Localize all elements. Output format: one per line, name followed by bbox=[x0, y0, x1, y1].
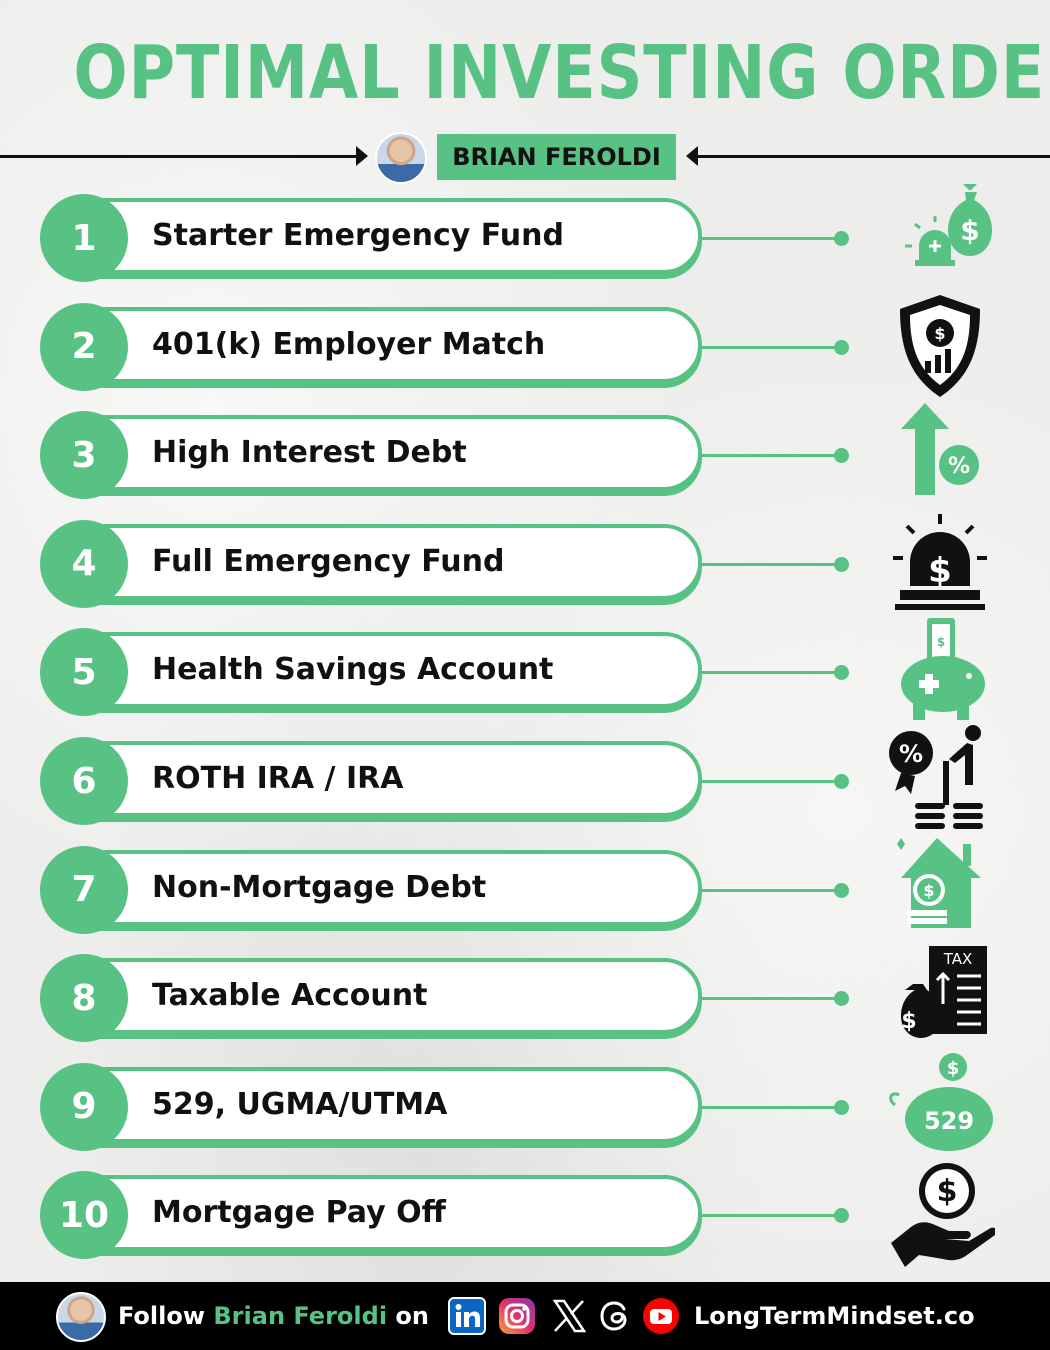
step-connector-dot bbox=[834, 1099, 849, 1115]
page-title: OPTIMAL INVESTING ORDER bbox=[73, 30, 1050, 116]
step-label: High Interest Debt bbox=[152, 435, 467, 471]
footer-avatar bbox=[56, 1292, 106, 1342]
author-avatar bbox=[375, 132, 427, 184]
tax-document-money-bag-icon: TAX $ bbox=[901, 946, 987, 1039]
author-name-badge: BRIAN FEROLDI bbox=[437, 134, 676, 180]
money-bag-siren-icon: $ bbox=[905, 184, 992, 266]
step-connector bbox=[700, 454, 840, 458]
follow-suffix: on bbox=[395, 1302, 429, 1330]
hand-dollar-coin-icon: $ bbox=[891, 1163, 995, 1268]
step-row: 4 Full Emergency Fund $ bbox=[40, 513, 1000, 610]
step-connector-dot bbox=[834, 556, 849, 572]
threads-icon[interactable] bbox=[596, 1297, 634, 1335]
step-row: 9 529, UGMA/UTMA $ 529 bbox=[40, 1052, 1000, 1151]
step-number: 6 bbox=[40, 737, 128, 825]
youtube-icon[interactable] bbox=[642, 1297, 680, 1335]
step-label: 401(k) Employer Match bbox=[152, 326, 546, 362]
house-coins-icon: $ bbox=[897, 837, 981, 928]
step-connector-dot bbox=[834, 991, 849, 1007]
svg-text:$: $ bbox=[928, 551, 952, 591]
svg-text:$: $ bbox=[947, 1058, 960, 1079]
step-row: 7 Non-Mortgage Debt $ bbox=[40, 837, 1000, 934]
author-banner: BRIAN FEROLDI bbox=[0, 130, 1050, 184]
step-label: Starter Emergency Fund bbox=[152, 218, 564, 253]
follow-prefix: Follow bbox=[118, 1302, 206, 1330]
step-connector-dot bbox=[834, 339, 849, 355]
dollar-siren-icon: $ bbox=[893, 513, 987, 610]
step-label: Non-Mortgage Debt bbox=[152, 869, 487, 905]
step-connector bbox=[700, 237, 840, 240]
step-connector bbox=[700, 562, 840, 566]
linkedin-icon[interactable] bbox=[448, 1297, 486, 1335]
step-connector bbox=[700, 345, 840, 349]
step-row: 3 High Interest Debt % bbox=[40, 403, 1000, 500]
step-connector-dot bbox=[834, 231, 849, 246]
step-connector bbox=[700, 671, 840, 675]
step-connector bbox=[700, 780, 840, 783]
step-row: 8 Taxable Account TAX $ bbox=[40, 946, 1000, 1043]
right-pointing-arrow-icon bbox=[356, 146, 368, 166]
website-link[interactable]: LongTermMindset.co bbox=[694, 1282, 975, 1350]
piggy-bank-529-icon: $ 529 bbox=[889, 1052, 993, 1151]
percent-badge-retiree-coins-icon: % bbox=[889, 725, 983, 829]
step-number: 1 bbox=[40, 194, 128, 282]
step-number: 2 bbox=[40, 302, 128, 391]
shield-dollar-chart-icon: $ bbox=[900, 294, 980, 397]
step-number: 8 bbox=[40, 954, 128, 1043]
svg-text:$: $ bbox=[937, 635, 945, 649]
step-row: 6 ROTH IRA / IRA % bbox=[40, 725, 1000, 829]
svg-text:TAX: TAX bbox=[943, 950, 973, 968]
step-connector bbox=[700, 1214, 840, 1218]
step-connector bbox=[700, 997, 840, 1001]
follow-text: Follow Brian Feroldi on bbox=[118, 1282, 429, 1350]
svg-text:%: % bbox=[899, 740, 923, 768]
step-label: Health Savings Account bbox=[152, 652, 554, 688]
footer-bar: Follow Brian Feroldi on LongTermMindset.… bbox=[0, 1282, 1050, 1350]
step-row: 1 Starter Emergency Fund $ bbox=[40, 184, 1000, 282]
step-connector bbox=[700, 888, 840, 892]
svg-text:$: $ bbox=[937, 1174, 958, 1209]
x-icon[interactable] bbox=[550, 1297, 588, 1335]
svg-text:$: $ bbox=[901, 1009, 916, 1034]
step-label: ROTH IRA / IRA bbox=[152, 761, 404, 796]
step-label: 529, UGMA/UTMA bbox=[152, 1086, 448, 1122]
step-connector-dot bbox=[834, 665, 849, 681]
svg-text:%: % bbox=[948, 454, 970, 479]
svg-text:529: 529 bbox=[924, 1107, 974, 1135]
right-arrow-line bbox=[690, 155, 1050, 158]
instagram-icon[interactable] bbox=[498, 1297, 536, 1335]
step-number: 7 bbox=[40, 845, 128, 934]
left-arrow-line bbox=[0, 155, 362, 158]
step-label: Mortgage Pay Off bbox=[152, 1195, 446, 1231]
step-label: Full Emergency Fund bbox=[152, 543, 505, 579]
step-connector-dot bbox=[834, 882, 849, 898]
step-connector bbox=[700, 1105, 840, 1109]
step-label: Taxable Account bbox=[152, 978, 428, 1014]
step-number: 9 bbox=[40, 1062, 128, 1151]
svg-text:$: $ bbox=[923, 881, 934, 900]
step-number: 5 bbox=[40, 628, 128, 717]
step-connector-dot bbox=[834, 448, 849, 464]
arrow-up-percent-icon: % bbox=[901, 403, 979, 496]
follow-name[interactable]: Brian Feroldi bbox=[213, 1302, 387, 1330]
step-number: 10 bbox=[40, 1171, 128, 1260]
step-row: 10 Mortgage Pay Off $ bbox=[40, 1163, 1000, 1268]
step-row: 5 Health Savings Account $ bbox=[40, 618, 1000, 721]
step-connector-dot bbox=[834, 1208, 849, 1224]
svg-text:$: $ bbox=[934, 324, 945, 343]
piggy-bank-medical-icon: $ bbox=[901, 618, 985, 721]
step-row: 2 401(k) Employer Match $ bbox=[40, 294, 1000, 397]
step-connector-dot bbox=[834, 774, 849, 789]
step-number: 3 bbox=[40, 411, 128, 500]
svg-text:$: $ bbox=[960, 214, 979, 247]
step-number: 4 bbox=[40, 519, 128, 608]
